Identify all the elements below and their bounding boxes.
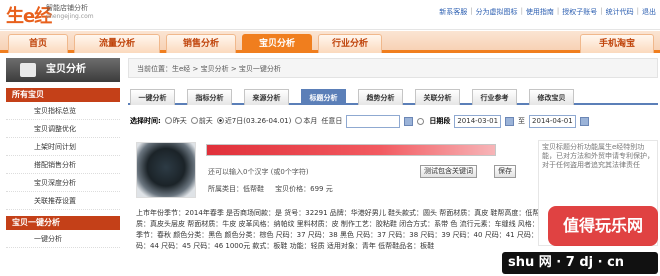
gift-box-icon — [20, 63, 36, 77]
calendar-icon[interactable] — [505, 116, 515, 126]
radio-range[interactable] — [417, 117, 425, 125]
tab-trend[interactable]: 趋势分析 — [358, 89, 403, 105]
product-meta: 所属类目：低帮鞋 宝贝价格：699 元 — [208, 184, 333, 194]
link-logout[interactable]: 退出 — [642, 7, 656, 17]
option-label: 昨天 — [172, 117, 187, 125]
sidebar-item-oneclick[interactable]: 一键分析 — [6, 230, 120, 248]
link-guide[interactable]: 使用指南 — [526, 7, 554, 17]
option-label: 近7日(03.26-04.01) — [224, 117, 292, 125]
tab-industry[interactable]: 行业参考 — [472, 89, 517, 105]
logo: 生e经 — [6, 6, 52, 27]
logo-domain: shengejing.com — [46, 13, 94, 20]
link-service[interactable]: 新系客服 — [439, 7, 467, 17]
link-icons[interactable]: 分为虚拟图标 — [476, 7, 518, 17]
sidebar-item-bundle[interactable]: 搭配销售分析 — [6, 156, 120, 174]
end-date-input[interactable]: 2014-04-01 — [529, 114, 576, 128]
sidebar-section-all[interactable]: 所有宝贝 — [6, 88, 120, 102]
tab-edit[interactable]: 修改宝贝 — [529, 89, 574, 105]
breadcrumb: 当前位置：生e经 > 宝贝分析 > 宝贝一键分析 — [128, 58, 658, 78]
option-yesterday[interactable]: 昨天 — [164, 116, 187, 126]
product-category: 所属类目：低帮鞋 — [208, 185, 264, 193]
radio[interactable] — [190, 117, 198, 124]
sidebar-section-oneclick[interactable]: 宝贝一键分析 — [6, 216, 120, 230]
top-header: 生e经 智能店铺分析 shengejing.com 新系客服 | 分为虚拟图标 | … — [0, 0, 660, 30]
tab-bar: 一键分析 指标分析 来源分析 标题分析 趋势分析 关联分析 行业参考 修改宝贝 — [128, 89, 658, 105]
feature-notice-text: 宝贝标题分析功能属生e经特别功能，已对方法和外贸申请专利保护，对于任何盗用者追究… — [542, 143, 654, 169]
nav-products[interactable]: 宝贝分析 — [242, 34, 312, 53]
tab-source[interactable]: 来源分析 — [244, 89, 289, 105]
sidebar-title-label: 宝贝分析 — [46, 64, 86, 75]
main-nav: 首页 流量分析 销售分析 宝贝分析 行业分析 手机淘宝 — [0, 31, 660, 53]
tab-metrics[interactable]: 指标分析 — [187, 89, 232, 105]
char-count-hint: 还可以输入0个汉字 (或0个字符) — [208, 168, 309, 176]
sidebar-item-deep[interactable]: 宝贝深度分析 — [6, 174, 120, 192]
any-day-label: 任意日 — [321, 117, 343, 125]
divider: | — [470, 7, 473, 15]
radio[interactable] — [295, 117, 303, 124]
calendar-icon[interactable] — [579, 116, 589, 126]
sidebar-item-listing-plan[interactable]: 上架时间计划 — [6, 138, 120, 156]
product-image — [136, 142, 196, 198]
option-day-before[interactable]: 前天 — [190, 116, 213, 126]
top-links: 新系客服 | 分为虚拟图标 | 使用指南 | 授权子账号 | 统计代码 | 退出 — [439, 7, 656, 17]
radio-selected[interactable] — [216, 117, 224, 124]
product-attributes: 上市年份季节：2014年春季 是否商场同款：是 货号：32291 品牌：华港好男… — [136, 209, 593, 250]
tab-title[interactable]: 标题分析 — [301, 89, 346, 105]
divider: | — [520, 7, 523, 15]
start-date-input[interactable]: 2014-03-01 — [454, 114, 502, 128]
option-label: 本月 — [303, 117, 318, 125]
calendar-icon[interactable] — [404, 116, 414, 126]
any-day-input[interactable] — [346, 114, 401, 128]
sidebar-item-overview[interactable]: 宝贝指标总览 — [6, 102, 120, 120]
divider: | — [636, 7, 639, 15]
radio[interactable] — [164, 117, 172, 124]
link-stats-code[interactable]: 统计代码 — [606, 7, 634, 17]
nav-traffic[interactable]: 流量分析 — [74, 34, 160, 53]
option-7days[interactable]: 近7日(03.26-04.01) — [216, 116, 292, 126]
nav-mobile-taobao[interactable]: 手机淘宝 — [580, 34, 654, 53]
watermark-brand: 值得玩乐网 — [548, 206, 658, 246]
test-keyword-button[interactable]: 测试包含关键词 — [420, 165, 477, 178]
filter-label: 选择时间: — [130, 117, 161, 125]
tab-oneclick[interactable]: 一键分析 — [130, 89, 175, 105]
to-label: 至 — [518, 117, 526, 125]
tab-related[interactable]: 关联分析 — [415, 89, 460, 105]
product-price: 宝贝价格：699 元 — [275, 185, 333, 193]
watermark-site: shu 网 · 7 dj · cn — [502, 252, 658, 274]
time-filter: 选择时间: 昨天 前天 近7日(03.26-04.01) 本月 任意日 日期段 … — [128, 110, 658, 132]
range-label: 日期段 — [429, 117, 451, 125]
logo-subtitle: 智能店铺分析 — [46, 4, 88, 12]
nav-sales[interactable]: 销售分析 — [166, 34, 236, 53]
sidebar-item-optimize[interactable]: 宝贝调整优化 — [6, 120, 120, 138]
sidebar-title: 宝贝分析 — [6, 58, 120, 82]
title-input[interactable] — [206, 144, 496, 156]
sidebar: 宝贝分析 所有宝贝 宝贝指标总览 宝贝调整优化 上架时间计划 搭配销售分析 宝贝… — [6, 58, 120, 276]
save-button[interactable]: 保存 — [494, 165, 516, 178]
nav-home[interactable]: 首页 — [8, 34, 68, 53]
sidebar-item-recommend[interactable]: 关联推荐设置 — [6, 192, 120, 210]
option-label: 前天 — [198, 117, 213, 125]
divider: | — [600, 7, 603, 15]
option-month[interactable]: 本月 — [295, 116, 317, 126]
link-subaccount[interactable]: 授权子账号 — [562, 7, 597, 17]
divider: | — [556, 7, 560, 15]
nav-industry[interactable]: 行业分析 — [318, 34, 382, 53]
